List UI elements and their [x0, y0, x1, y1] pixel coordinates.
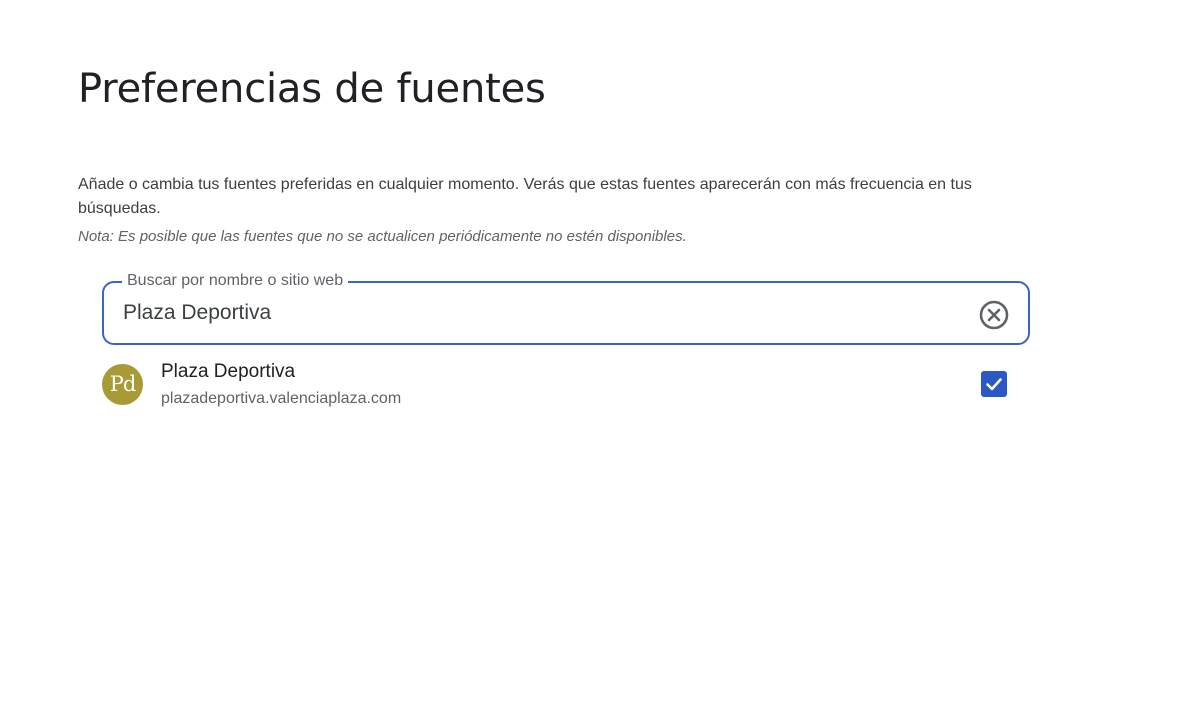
- search-input[interactable]: [123, 297, 943, 329]
- source-result-row[interactable]: Pd Plaza Deportiva plazadeportiva.valenc…: [102, 360, 1022, 416]
- page-note: Nota: Es posible que las fuentes que no …: [78, 228, 687, 245]
- check-icon: [986, 378, 1002, 391]
- clear-circle-icon: [979, 300, 1009, 330]
- source-checkbox[interactable]: [981, 371, 1007, 397]
- clear-search-button[interactable]: [978, 299, 1010, 331]
- page-title: Preferencias de fuentes: [78, 66, 546, 112]
- search-label: Buscar por nombre o sitio web: [122, 271, 349, 291]
- source-name: Plaza Deportiva: [161, 361, 296, 382]
- search-field[interactable]: Buscar por nombre o sitio web: [102, 271, 1030, 345]
- page-description: Añade o cambia tus fuentes preferidas en…: [78, 176, 972, 217]
- source-avatar: Pd: [102, 364, 143, 405]
- source-url: plazadeportiva.valenciaplaza.com: [161, 390, 402, 407]
- page: Preferencias de fuentes Añade o cambia t…: [0, 0, 1200, 703]
